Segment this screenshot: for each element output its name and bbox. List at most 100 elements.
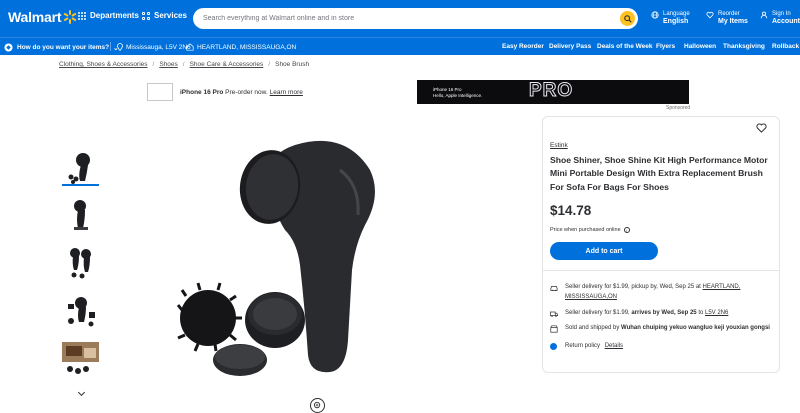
- language-value: English: [663, 18, 689, 25]
- ad-banner[interactable]: iPhone 16 Pro Hello, Apple Intelligence.…: [417, 80, 689, 104]
- services-icon: [142, 11, 150, 20]
- return-icon-wrapper: [550, 343, 558, 350]
- reorder-my-items[interactable]: Reorder My Items: [706, 10, 748, 26]
- account-signin[interactable]: Sign In Account: [760, 10, 800, 26]
- seller-icon: [550, 325, 558, 333]
- search-button[interactable]: [620, 11, 635, 26]
- breadcrumb-link-shoes[interactable]: Shoes: [159, 61, 177, 68]
- ad-image-placeholder[interactable]: [147, 83, 173, 101]
- ad-banner-tagline: Hello, Apple Intelligence.: [433, 93, 483, 98]
- seller-text: Sold and shipped by: [565, 325, 620, 331]
- zoom-button[interactable]: [310, 398, 325, 413]
- search-bar: [193, 8, 638, 29]
- sub-navigation: How do you want your items? ⌄ Mississaug…: [0, 37, 800, 55]
- nav-thanksgiving[interactable]: Thanksgiving: [723, 43, 765, 50]
- delivery-date: arrives by Wed, Sep 25: [631, 310, 697, 316]
- zoom-in-icon: [313, 401, 321, 409]
- shoe-brush-thumbnail-image: [69, 247, 91, 278]
- signin-label: Sign In: [772, 11, 791, 17]
- reorder-value: My Items: [718, 18, 748, 25]
- delivery-prompt: How do you want your items?: [17, 44, 110, 51]
- seller-name[interactable]: Wuhan chuiping yekuo wangluo keji youxia…: [621, 325, 770, 331]
- product-title: Shoe Shiner, Shoe Shine Kit High Perform…: [550, 155, 768, 192]
- divider: [543, 270, 779, 271]
- price-note: Price when purchased online i: [550, 227, 630, 233]
- services-button[interactable]: Services: [142, 11, 187, 20]
- departments-label: Departments: [90, 11, 139, 20]
- search-icon: [623, 14, 632, 23]
- main-product-image[interactable]: [160, 130, 460, 390]
- delivery-icon: [4, 43, 13, 52]
- ad-banner-pro-text: PRO: [528, 80, 574, 102]
- nav-deals-of-the-week[interactable]: Deals of the Week: [597, 43, 653, 50]
- divider: [110, 42, 111, 51]
- brand-link[interactable]: Estink: [550, 142, 568, 149]
- search-input[interactable]: [203, 15, 603, 22]
- pickup-option: Seller delivery for $1.99, pickup by, We…: [550, 283, 770, 302]
- walmart-logo[interactable]: Walmart: [8, 9, 77, 25]
- delivery-options-dropdown[interactable]: How do you want your items? ⌄: [4, 43, 119, 52]
- pickup-car-icon: [550, 286, 558, 292]
- delivery-to: to: [698, 310, 704, 316]
- thumbnails-scroll-down-chevron-icon[interactable]: [77, 388, 86, 397]
- seller-info: Sold and shipped by Wuhan chuiping yekuo…: [550, 324, 770, 334]
- return-policy-details-link[interactable]: Details: [605, 343, 623, 349]
- ad-banner-text: iPhone 16 Pro Hello, Apple Intelligence.: [433, 87, 482, 99]
- breadcrumb-link-clothing[interactable]: Clothing, Shoes & Accessories: [59, 61, 148, 68]
- add-to-cart-button[interactable]: Add to cart: [550, 242, 658, 260]
- breadcrumb-link-shoe-care[interactable]: Shoe Care & Accessories: [190, 61, 264, 68]
- product-info-card: Estink Shoe Shiner, Shoe Shine Kit High …: [542, 116, 780, 373]
- sponsored-label: Sponsored: [666, 105, 691, 111]
- price-note-text: Price when purchased online: [550, 227, 621, 233]
- language-selector[interactable]: Language English: [651, 10, 690, 26]
- thumbnail-5[interactable]: [62, 340, 99, 377]
- ad-product-name: iPhone 16 Pro: [180, 89, 224, 96]
- return-policy-icon: [550, 343, 557, 350]
- nav-halloween[interactable]: Halloween: [684, 43, 716, 50]
- user-icon: [760, 11, 768, 19]
- thumbnail-4[interactable]: [62, 292, 99, 329]
- top-header: Walmart Departments Services Search ever…: [0, 0, 800, 37]
- location-pin-icon: [117, 43, 123, 51]
- return-policy-label: Return policy: [565, 343, 601, 349]
- ad-learn-more-link[interactable]: Learn more: [270, 89, 303, 96]
- breadcrumb-current: Shoe Brush: [275, 61, 310, 68]
- store-selector[interactable]: HEARTLAND, MISSISSAUGA,ON: [186, 43, 296, 51]
- breadcrumb: Clothing, Shoes & Accessories / Shoes / …: [59, 61, 309, 68]
- grid-icon: [78, 11, 86, 20]
- shoe-brush-thumbnail-image: [67, 296, 95, 326]
- heart-icon: [706, 11, 714, 19]
- spark-icon: [63, 10, 77, 24]
- thumbnail-selected-indicator: [62, 184, 99, 186]
- store-name: HEARTLAND, MISSISSAUGA,ON: [197, 43, 297, 51]
- ad-text: iPhone 16 Pro Pre-order now. Learn more: [180, 89, 303, 96]
- logo-text: Walmart: [8, 9, 62, 25]
- pickup-text: Seller delivery for $1.99, pickup by, We…: [565, 284, 701, 290]
- globe-icon: [651, 11, 659, 19]
- product-price: $14.78: [550, 203, 592, 218]
- shoe-brush-thumbnail-image: [73, 199, 88, 230]
- nav-delivery-pass[interactable]: Delivery Pass: [549, 43, 591, 50]
- delivery-postal-link[interactable]: L5V 2N6: [705, 310, 728, 316]
- thumbnail-3[interactable]: [62, 244, 99, 281]
- shoe-brush-thumbnail-image: [68, 152, 90, 184]
- language-label: Language: [663, 11, 690, 17]
- delivery-text: Seller delivery for $1.99,: [565, 310, 630, 316]
- info-icon[interactable]: i: [623, 227, 630, 233]
- nav-easy-reorder[interactable]: Easy Reorder: [502, 43, 544, 50]
- nav-rollback[interactable]: Rollback: [772, 43, 799, 50]
- favorite-heart-icon[interactable]: [756, 123, 767, 133]
- store-icon: [186, 43, 194, 51]
- thumbnail-2[interactable]: [62, 196, 99, 233]
- delivery-truck-icon: [550, 311, 558, 318]
- delivery-option: Seller delivery for $1.99, arrives by We…: [550, 309, 770, 319]
- breadcrumb-separator: /: [268, 61, 271, 68]
- postal-code: Mississauga, L5V 2N6: [126, 43, 191, 51]
- breadcrumb-separator: /: [152, 61, 155, 68]
- shoe-brush-thumbnail-image: [62, 341, 99, 374]
- postal-code-selector[interactable]: Mississauga, L5V 2N6: [117, 43, 191, 51]
- departments-button[interactable]: Departments: [78, 11, 139, 20]
- reorder-label: Reorder: [718, 11, 740, 17]
- nav-flyers[interactable]: Flyers: [656, 43, 675, 50]
- thumbnail-1[interactable]: [62, 149, 99, 186]
